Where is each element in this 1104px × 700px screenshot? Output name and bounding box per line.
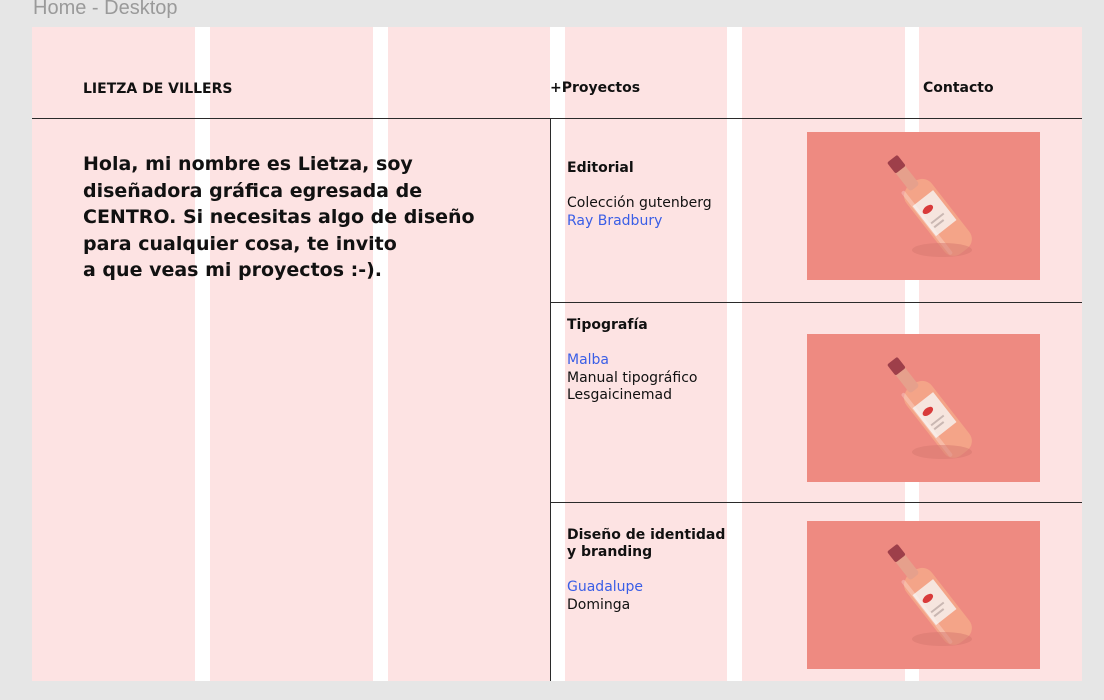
projects-nav-link[interactable]: +Proyectos [550, 80, 640, 96]
project-list-editorial: Colección gutenberg Ray Bradbury [567, 195, 712, 230]
project-link[interactable]: Dominga [567, 597, 643, 615]
contact-nav-link[interactable]: Contacto [923, 80, 994, 96]
wine-bottle-image [887, 357, 972, 459]
grid-gutter [550, 27, 565, 681]
project-link[interactable]: Ray Bradbury [567, 213, 712, 231]
header-divider [32, 118, 1082, 119]
section-divider [550, 502, 1082, 503]
intro-text: Hola, mi nombre es Lietza, soy diseñador… [83, 153, 475, 281]
column-divider [550, 118, 551, 681]
grid-gutter [195, 27, 210, 681]
project-list-typography: Malba Manual tipográfico Lesgaicinemad [567, 352, 697, 405]
grid-gutter [727, 27, 742, 681]
project-link[interactable]: Colección gutenberg [567, 195, 712, 213]
section-title-branding: Diseño de identidad y branding [567, 527, 726, 560]
project-thumbnail[interactable] [807, 334, 1040, 482]
section-title-typography: Tipografía [567, 317, 648, 333]
project-thumbnail[interactable] [807, 132, 1040, 280]
frame-label: Home - Desktop [33, 0, 178, 19]
desktop-frame: LIETZA DE VILLERS +Proyectos Contacto Ho… [32, 27, 1082, 681]
project-thumbnail[interactable] [807, 521, 1040, 669]
wine-bottle-image [887, 155, 972, 257]
wine-bottle-image [887, 544, 972, 646]
project-link[interactable]: Malba [567, 352, 697, 370]
project-list-branding: Guadalupe Dominga [567, 579, 643, 614]
grid-gutter [373, 27, 388, 681]
project-link[interactable]: Guadalupe [567, 579, 643, 597]
project-link[interactable]: Lesgaicinemad [567, 387, 697, 405]
section-title-editorial: Editorial [567, 160, 634, 176]
project-link[interactable]: Manual tipográfico [567, 370, 697, 388]
section-divider [550, 302, 1082, 303]
brand-name[interactable]: LIETZA DE VILLERS [83, 81, 232, 97]
